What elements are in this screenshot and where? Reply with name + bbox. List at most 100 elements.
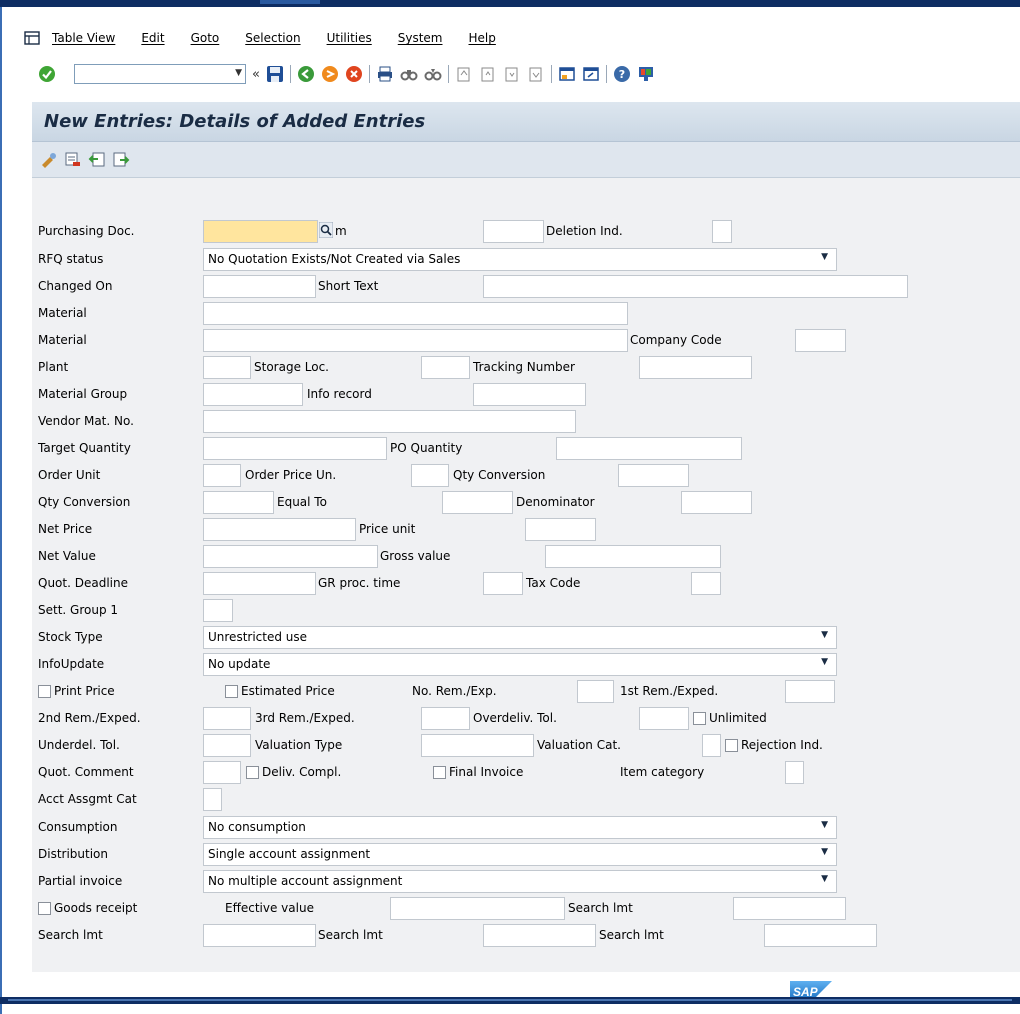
target-quantity-field[interactable] [203,437,387,460]
menu-utilities[interactable]: Utilities [327,31,372,45]
plant-field[interactable] [203,356,251,379]
customize-layout-icon[interactable] [637,65,655,83]
tracking-number-field[interactable] [639,356,752,379]
gr-proc-time-field[interactable] [483,572,523,595]
net-price-field[interactable] [203,518,356,541]
stock-type-dropdown[interactable]: Unrestricted use ▼ [203,626,837,649]
enter-icon[interactable] [38,65,56,83]
search-lmt-field[interactable] [733,897,846,920]
menu-goto[interactable]: Goto [191,31,220,45]
price-unit-field[interactable] [525,518,596,541]
create-session-icon[interactable] [558,65,576,83]
system-menu-icon[interactable] [24,31,40,45]
menu-selection[interactable]: Selection [245,31,300,45]
shortcut-icon[interactable] [582,65,600,83]
previous-page-icon[interactable] [479,65,497,83]
estimated-price-checkbox[interactable] [225,685,238,698]
tax-code-field[interactable] [691,572,721,595]
po-quantity-field[interactable] [556,437,742,460]
rfq-status-dropdown[interactable]: No Quotation Exists/Not Created via Sale… [203,248,837,271]
info-update-dropdown[interactable]: No update ▼ [203,653,837,676]
material-field[interactable] [203,302,628,325]
menu-system[interactable]: System [398,31,443,45]
save-icon[interactable] [266,65,284,83]
gross-value-field[interactable] [545,545,721,568]
storage-loc-field[interactable] [421,356,470,379]
change-display-icon[interactable] [40,151,58,169]
overdeliv-tol-label: Overdeliv. Tol. [473,711,557,725]
purchasing-doc-field[interactable] [203,220,318,243]
previous-entry-icon[interactable] [88,151,106,169]
partial-invoice-dropdown[interactable]: No multiple account assignment ▼ [203,870,837,893]
item-field[interactable] [483,220,544,243]
menu-edit[interactable]: Edit [141,31,164,45]
target-quantity-label: Target Quantity [38,441,131,455]
back-icon[interactable] [297,65,315,83]
stock-type-value: Unrestricted use [208,630,308,644]
rejection-ind-checkbox[interactable] [725,739,738,752]
exit-icon[interactable] [321,65,339,83]
company-code-field[interactable] [795,329,846,352]
acct-assgmt-cat-field[interactable] [203,788,222,811]
sett-group-1-field[interactable] [203,599,233,622]
order-unit-label: Order Unit [38,468,101,482]
help-icon[interactable]: ? [613,65,631,83]
command-field[interactable]: ▼ [74,64,246,84]
collapse-command-icon[interactable]: « [252,67,260,82]
deletion-ind-field[interactable] [712,220,732,243]
print-icon[interactable] [376,65,394,83]
info-record-field[interactable] [473,383,586,406]
window-top-strip [0,0,1020,7]
find-next-icon[interactable] [424,65,442,83]
order-unit-field[interactable] [203,464,241,487]
qty-conversion-field[interactable] [618,464,689,487]
material-2-field[interactable] [203,329,628,352]
find-icon[interactable] [400,65,418,83]
quot-comment-field[interactable] [203,761,241,784]
first-page-icon[interactable] [455,65,473,83]
distribution-dropdown[interactable]: Single account assignment ▼ [203,843,837,866]
item-category-field[interactable] [785,761,804,784]
final-invoice-checkbox[interactable] [433,766,446,779]
goods-receipt-checkbox[interactable] [38,902,51,915]
search-lmt-field[interactable] [483,924,596,947]
effective-value-field[interactable] [390,897,565,920]
next-entry-icon[interactable] [112,151,130,169]
overdeliv-tol-field[interactable] [639,707,689,730]
last-page-icon[interactable] [527,65,545,83]
delete-icon[interactable] [64,151,82,169]
search-lmt-label: Search lmt [599,928,664,942]
consumption-dropdown[interactable]: No consumption ▼ [203,816,837,839]
equal-to-field[interactable] [442,491,513,514]
vendor-mat-no-field[interactable] [203,410,576,433]
search-help-icon[interactable] [318,221,334,239]
valuation-cat-field[interactable] [702,734,721,757]
third-rem-exped-field[interactable] [421,707,470,730]
underdel-tol-field[interactable] [203,734,251,757]
toolbar-separator [368,65,370,83]
menu-help[interactable]: Help [469,31,496,45]
search-lmt-field[interactable] [203,924,316,947]
quot-deadline-field[interactable] [203,572,316,595]
no-rem-exp-field[interactable] [577,680,614,703]
first-rem-exped-field[interactable] [785,680,835,703]
search-lmt-label: Search lmt [568,901,633,915]
cancel-icon[interactable] [345,65,363,83]
qty-conversion-2-field[interactable] [203,491,274,514]
material-group-field[interactable] [203,383,303,406]
unlimited-checkbox[interactable] [693,712,706,725]
menu-table-view[interactable]: Table View [52,31,115,45]
net-value-field[interactable] [203,545,378,568]
short-text-field[interactable] [483,275,908,298]
denominator-field[interactable] [681,491,752,514]
next-page-icon[interactable] [503,65,521,83]
changed-on-field[interactable] [203,275,316,298]
deliv-compl-checkbox[interactable] [246,766,259,779]
chevron-down-icon: ▼ [821,630,828,640]
order-price-un-field[interactable] [411,464,449,487]
valuation-type-field[interactable] [421,734,534,757]
print-price-checkbox[interactable] [38,685,51,698]
search-lmt-field[interactable] [764,924,877,947]
command-dropdown-icon[interactable]: ▼ [235,68,242,78]
second-rem-exped-field[interactable] [203,707,251,730]
